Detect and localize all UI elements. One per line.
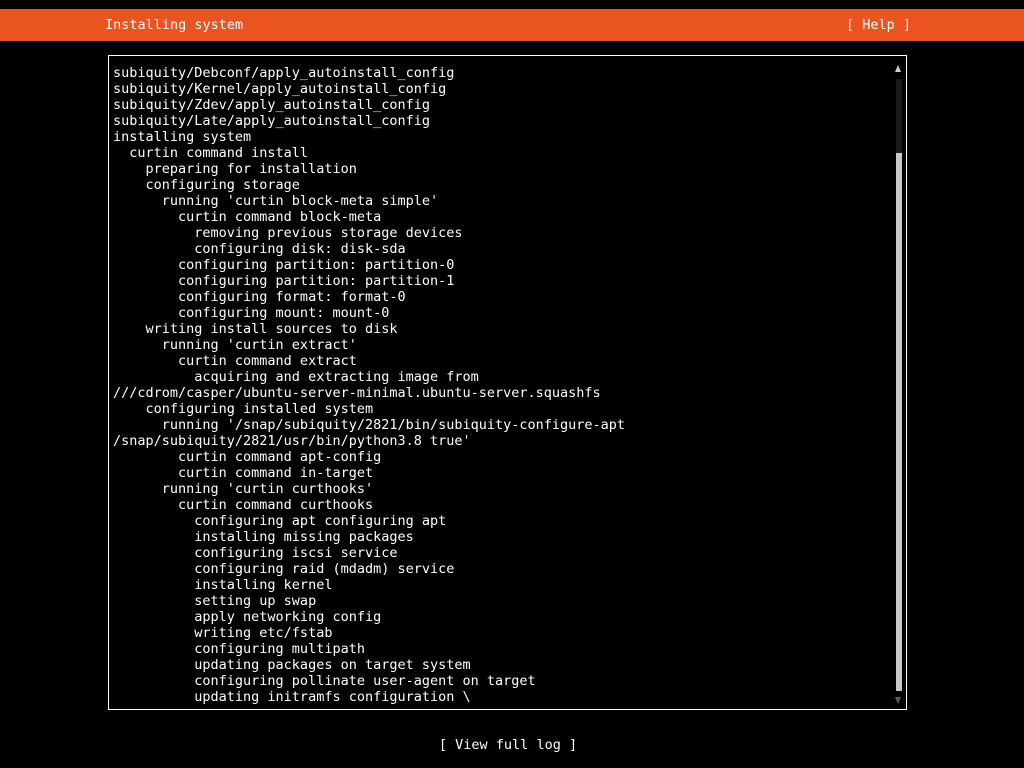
- log-line: subiquity/Kernel/apply_autoinstall_confi…: [113, 81, 447, 97]
- log-line: configuring disk: disk-sda: [113, 241, 406, 257]
- log-line: configuring format: format-0: [113, 289, 406, 305]
- log-line: updating packages on target system: [113, 657, 471, 673]
- log-line: apply networking config: [113, 609, 382, 625]
- log-line: curtin command curthooks: [113, 497, 374, 513]
- log-line: writing install sources to disk: [113, 321, 398, 337]
- log-line: removing previous storage devices: [113, 225, 463, 241]
- header-bar: Installing system [ Help ]: [0, 9, 1024, 41]
- log-line: curtin command apt-config: [113, 449, 382, 465]
- log-line: configuring mount: mount-0: [113, 305, 390, 321]
- log-line: configuring apt configuring apt: [113, 513, 447, 529]
- log-line: ///cdrom/casper/ubuntu-server-minimal.ub…: [113, 385, 601, 401]
- help-button[interactable]: [ Help ]: [846, 16, 911, 34]
- log-line: running '/snap/subiquity/2821/bin/subiqu…: [113, 417, 626, 433]
- log-line: curtin command block-meta: [113, 209, 382, 225]
- view-full-log-button[interactable]: [ View full log ]: [0, 736, 1016, 754]
- log-line: configuring iscsi service: [113, 545, 398, 561]
- log-line: subiquity/Zdev/apply_autoinstall_config: [113, 97, 430, 113]
- log-line: writing etc/fstab: [113, 625, 333, 641]
- log-line: running 'curtin extract': [113, 337, 357, 353]
- log-line: updating initramfs configuration \: [113, 689, 471, 705]
- log-line: preparing for installation: [113, 161, 357, 177]
- log-line: running 'curtin curthooks': [113, 481, 374, 497]
- scroll-up-arrow-icon[interactable]: [895, 65, 901, 72]
- install-log-panel[interactable]: subiquity/Debconf/apply_autoinstall_conf…: [108, 55, 907, 710]
- log-line: acquiring and extracting image from: [113, 369, 479, 385]
- log-line: setting up swap: [113, 593, 317, 609]
- log-output: subiquity/Debconf/apply_autoinstall_conf…: [113, 65, 893, 707]
- log-line: configuring pollinate user-agent on targ…: [113, 673, 536, 689]
- log-line: curtin command install: [113, 145, 309, 161]
- log-line: configuring partition: partition-1: [113, 273, 455, 289]
- scroll-thumb[interactable]: [896, 153, 902, 691]
- log-line: running 'curtin block-meta simple': [113, 193, 439, 209]
- scroll-down-arrow-icon[interactable]: [895, 697, 901, 704]
- log-line: installing missing packages: [113, 529, 414, 545]
- page-title: Installing system: [105, 17, 244, 33]
- log-scrollbar[interactable]: [894, 65, 904, 705]
- log-line: configuring partition: partition-0: [113, 257, 455, 273]
- log-line: installing system: [113, 129, 252, 145]
- log-line: /snap/subiquity/2821/usr/bin/python3.8 t…: [113, 433, 471, 449]
- log-line: subiquity/Debconf/apply_autoinstall_conf…: [113, 65, 455, 81]
- log-line: configuring installed system: [113, 401, 374, 417]
- log-line: subiquity/Late/apply_autoinstall_config: [113, 113, 430, 129]
- scroll-track[interactable]: [896, 79, 902, 691]
- log-line: configuring storage: [113, 177, 300, 193]
- log-line: curtin command in-target: [113, 465, 374, 481]
- log-line: curtin command extract: [113, 353, 357, 369]
- log-line: configuring multipath: [113, 641, 365, 657]
- log-line: configuring raid (mdadm) service: [113, 561, 455, 577]
- log-line: installing kernel: [113, 577, 333, 593]
